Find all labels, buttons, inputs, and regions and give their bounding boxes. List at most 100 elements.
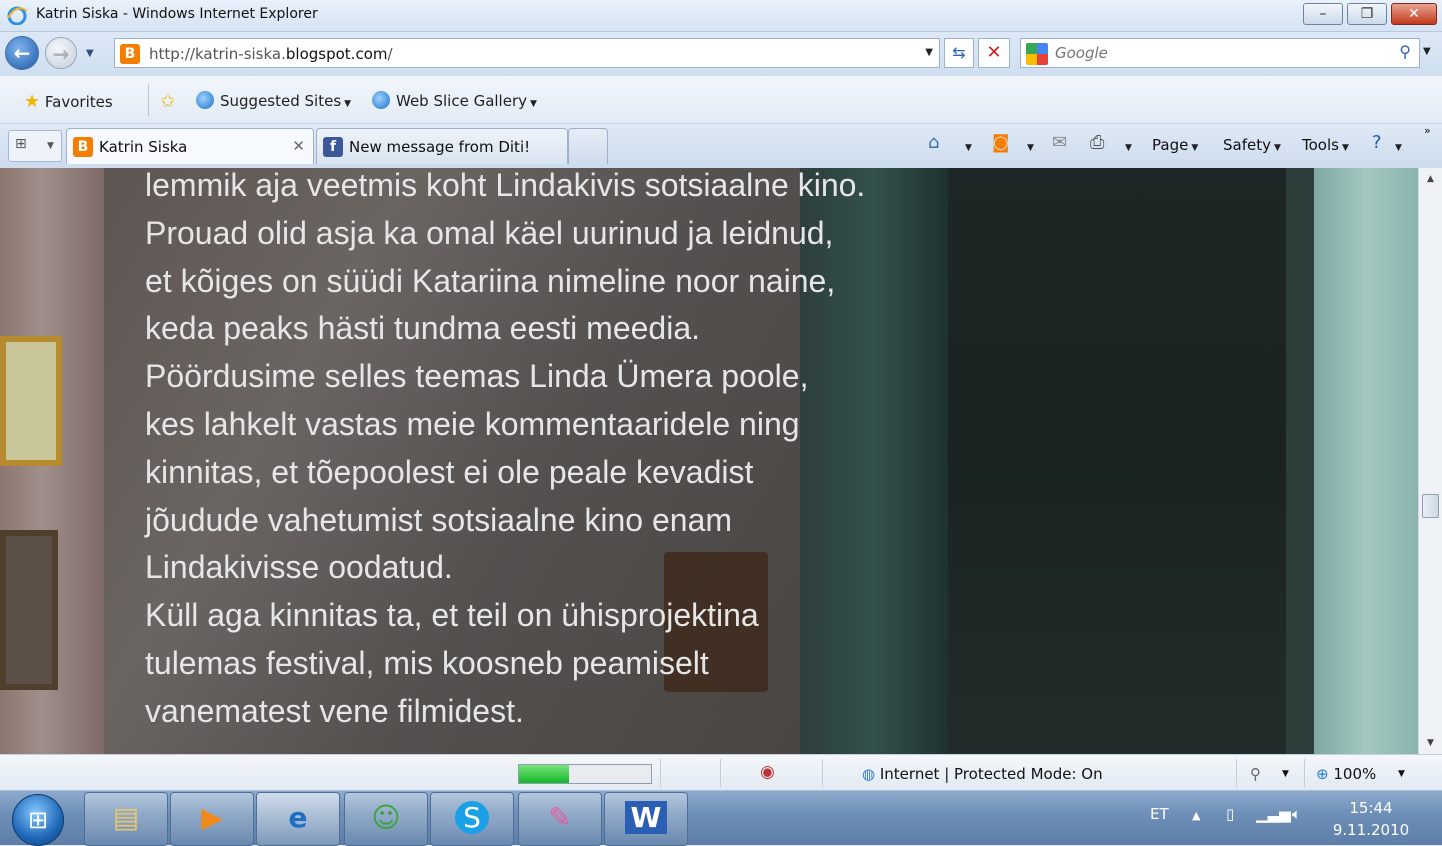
post-line: Prouad olid asja ka omal käel uurinud ja… (145, 214, 834, 251)
print-icon[interactable]: ⎙ (1090, 132, 1104, 153)
tab-list-dropdown[interactable]: ▼ (47, 141, 54, 151)
scrollbar-thumb[interactable] (1422, 494, 1439, 518)
search-box[interactable]: ⚲ (1020, 38, 1420, 68)
facebook-icon: f (323, 137, 343, 157)
separator (148, 84, 149, 116)
ie-page-icon (372, 91, 390, 109)
scroll-down-arrow-icon[interactable]: ▼ (1419, 734, 1442, 752)
close-button[interactable]: ✕ (1391, 3, 1437, 25)
privacy-report-icon[interactable]: ◉ (760, 762, 775, 782)
tab-katrin-siska[interactable]: B Katrin Siska ✕ (66, 128, 314, 164)
separator (660, 759, 661, 787)
tools-menu[interactable]: Tools ▼ (1302, 136, 1349, 154)
close-tab-icon[interactable]: ✕ (292, 137, 305, 155)
change-status-bar-icon[interactable]: ⚲ (1250, 765, 1261, 783)
separator (1304, 759, 1305, 787)
zoom-control[interactable]: ⊕ 100% (1316, 765, 1376, 783)
search-options-dropdown[interactable]: ▼ (1423, 46, 1431, 57)
taskbar-explorer[interactable]: ▤ (84, 792, 168, 846)
taskbar-messenger[interactable]: ☺ (344, 792, 428, 846)
back-arrow-icon: ← (13, 41, 31, 65)
language-indicator[interactable]: ET (1150, 805, 1169, 823)
more-commands-chevron-icon[interactable]: » (1424, 124, 1431, 137)
stop-button[interactable]: ✕ (978, 38, 1010, 68)
taskbar-media-player[interactable]: ▶ (170, 792, 254, 846)
maximize-button[interactable]: ❐ (1347, 3, 1387, 25)
address-bar[interactable]: B http://katrin-siska.blogspot.com/ ▼ (114, 38, 940, 68)
help-dropdown[interactable]: ▼ (1392, 136, 1402, 154)
back-button[interactable]: ← (5, 36, 39, 70)
ie-page-icon (196, 91, 214, 109)
add-to-favorites-bar-button[interactable]: ✩ (160, 91, 175, 112)
feeds-icon[interactable]: ◙ (992, 132, 1009, 153)
blog-post-text: lemmik aja veetmis koht Lindakivis sotsi… (145, 168, 925, 736)
separator (720, 759, 721, 787)
separator (822, 759, 823, 787)
paint-icon: ✎ (548, 801, 572, 834)
taskbar-skype[interactable]: S (430, 792, 514, 846)
volume-icon[interactable]: 🔈︎ (1292, 805, 1301, 823)
network-signal-icon[interactable]: ▁▃▅ (1256, 805, 1291, 823)
background-border-strip (1286, 168, 1314, 754)
add-favorite-star-icon: ✩ (160, 91, 176, 112)
minimize-icon: – (1319, 6, 1327, 22)
media-player-icon: ▶ (201, 801, 223, 834)
recent-pages-dropdown[interactable]: ▼ (86, 48, 94, 59)
skype-icon: S (455, 801, 489, 834)
show-hidden-icons-icon[interactable]: ▲ (1192, 809, 1200, 822)
zoom-dropdown[interactable]: ▼ (1398, 769, 1405, 779)
page-menu[interactable]: Page ▼ (1152, 136, 1198, 154)
taskbar-word[interactable]: W (604, 792, 688, 846)
background-wall-right (1314, 168, 1418, 754)
help-icon[interactable]: ? (1372, 132, 1382, 153)
read-mail-icon[interactable]: ✉ (1052, 132, 1067, 153)
windows-taskbar: ⊞ ▤ ▶ e ☺ S ✎ W ET ▲ ▯ ▁▃▅ 🔈︎ 15:44 9.11… (0, 790, 1442, 846)
post-line: lemmik aja veetmis koht Lindakivis sotsi… (145, 168, 866, 203)
home-dropdown[interactable]: ▼ (962, 136, 972, 154)
status-bar: ◉ ◍ Internet | Protected Mode: On ⚲ ▼ ⊕ … (0, 754, 1442, 790)
search-input[interactable] (1055, 43, 1375, 63)
tab-facebook-message[interactable]: f New message from Diti! (316, 128, 568, 164)
taskbar-paint[interactable]: ✎ (518, 792, 602, 846)
start-button[interactable]: ⊞ (12, 794, 64, 846)
forward-button[interactable]: → (45, 37, 77, 69)
address-dropdown[interactable]: ▼ (925, 47, 933, 58)
quick-tabs-button[interactable]: ⊞ ▼ (8, 130, 62, 162)
search-icon[interactable]: ⚲ (1399, 42, 1411, 61)
title-bar: Katrin Siska - Windows Internet Explorer… (0, 0, 1442, 32)
post-line: tulemas festival, mis koosneb peamiselt (145, 644, 709, 681)
zoom-magnifier-icon: ⊕ (1316, 765, 1329, 783)
security-zone[interactable]: ◍ Internet | Protected Mode: On (862, 765, 1103, 783)
post-line: kinnitas, et tõepoolest ei ole peale kev… (145, 453, 754, 490)
taskbar-internet-explorer[interactable]: e (256, 792, 340, 846)
refresh-button[interactable]: ⇆ (944, 38, 974, 68)
new-tab-button[interactable] (568, 128, 608, 164)
picture-frame-image (0, 336, 62, 466)
url-text[interactable]: http://katrin-siska.blogspot.com/ (149, 45, 393, 63)
post-line: jõudude vahetumist sotsiaalne kino enam (145, 501, 733, 538)
battery-icon[interactable]: ▯ (1226, 805, 1234, 823)
feeds-dropdown[interactable]: ▼ (1024, 136, 1034, 154)
home-icon[interactable]: ⌂ (928, 132, 939, 153)
background-dark-panel (948, 168, 1286, 754)
stop-icon: ✕ (986, 42, 1002, 63)
favorites-bar: ★ Favorites ✩ Suggested Sites ▼ Web Slice… (0, 76, 1442, 124)
suggested-sites-button[interactable]: Suggested Sites ▼ (196, 91, 351, 110)
progress-fill (519, 765, 570, 783)
tab-row: ⊞ ▼ B Katrin Siska ✕ f New message from … (0, 124, 1442, 168)
system-clock[interactable]: 15:44 9.11.2010 (1330, 797, 1412, 841)
print-dropdown[interactable]: ▼ (1122, 136, 1132, 154)
vertical-scrollbar[interactable]: ▲ ▼ (1418, 168, 1442, 754)
post-line: Pöördusime selles teemas Linda Ümera poo… (145, 358, 809, 395)
explorer-icon: ▤ (112, 801, 140, 834)
post-line: keda peaks hästi tundma eesti meedia. (145, 310, 700, 347)
minimize-button[interactable]: – (1303, 3, 1343, 25)
star-icon: ★ (24, 91, 41, 112)
status-dropdown[interactable]: ▼ (1282, 769, 1289, 779)
web-slice-gallery-button[interactable]: Web Slice Gallery ▼ (372, 91, 537, 110)
blogger-icon: B (120, 44, 140, 64)
safety-menu[interactable]: Safety ▼ (1223, 136, 1281, 154)
favorites-button[interactable]: ★ Favorites (24, 91, 113, 112)
scroll-up-arrow-icon[interactable]: ▲ (1419, 170, 1442, 188)
globe-icon: ◍ (862, 765, 876, 783)
